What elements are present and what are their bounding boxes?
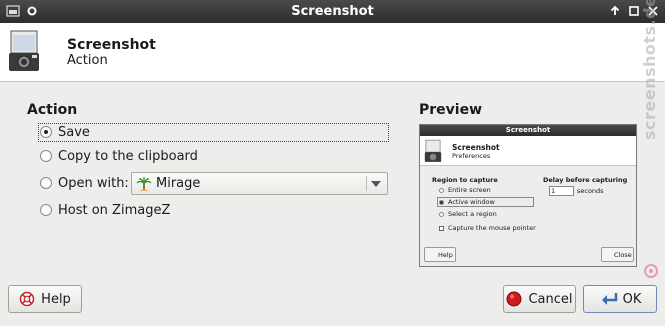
preview-header: Screenshot Preferences (420, 136, 636, 166)
preview-header-subtitle: Preferences (452, 152, 491, 160)
preview-help-label: Help (438, 251, 453, 259)
preview-radio (439, 212, 444, 217)
preview-header-title: Screenshot (452, 143, 500, 152)
preview-region-option: Select a region (448, 210, 497, 218)
camera-icon (9, 30, 39, 71)
maximize-icon[interactable] (608, 4, 622, 18)
help-button[interactable]: Help (8, 285, 82, 313)
lifebuoy-icon (19, 291, 35, 307)
ok-button-label: OK (622, 291, 642, 307)
preview-camera-icon (424, 139, 442, 162)
preview-delay-unit: seconds (577, 187, 604, 195)
ok-button[interactable]: OK (583, 285, 657, 313)
preview-checkbox (439, 226, 444, 231)
radio-indicator[interactable] (40, 204, 52, 216)
radio-save[interactable]: Save (40, 122, 90, 142)
preview-radio (439, 200, 444, 205)
radio-host-zimagez[interactable]: Host on ZimageZ (40, 200, 170, 220)
preview-region-option: Active window (448, 198, 495, 206)
header-title: Screenshot (67, 37, 156, 53)
radio-label-save: Save (58, 124, 90, 140)
preview-delay-title: Delay before capturing (543, 176, 628, 184)
preview-thumbnail: Screenshot Screenshot Preferences Region… (419, 124, 637, 267)
radio-label-open-with: Open with: (58, 175, 129, 191)
header-subtitle: Action (67, 53, 108, 68)
stop-icon (506, 291, 522, 307)
window-titlebar: Screenshot (0, 0, 665, 23)
dialog-header: Screenshot Action (0, 23, 665, 82)
preview-radio (439, 188, 444, 193)
open-with-dropdown[interactable]: Mirage (131, 172, 388, 195)
dropdown-selected-value: Mirage (156, 176, 201, 191)
cancel-button[interactable]: Cancel (503, 285, 576, 313)
dropdown-separator (366, 176, 367, 191)
radio-copy-clipboard[interactable]: Copy to the clipboard (40, 146, 198, 166)
chevron-down-icon[interactable] (371, 181, 381, 187)
enter-arrow-icon (601, 293, 617, 305)
debian-swirl-icon (644, 264, 658, 278)
radio-label-host: Host on ZimageZ (58, 202, 171, 218)
preview-titlebar: Screenshot (420, 125, 636, 136)
radio-open-with[interactable]: Open with: (40, 173, 129, 193)
mirage-app-icon (136, 176, 152, 191)
radio-label-copy: Copy to the clipboard (58, 148, 198, 164)
minimize-icon[interactable] (627, 4, 641, 18)
watermark-text: screenshots.debian.net (640, 0, 659, 140)
radio-indicator[interactable] (40, 150, 52, 162)
radio-indicator[interactable] (40, 177, 52, 189)
preview-region-title: Region to capture (432, 176, 498, 184)
cancel-button-label: Cancel (528, 291, 573, 307)
preview-close-label: Close (614, 251, 632, 259)
focus-indicator (38, 123, 389, 142)
preview-delay-value: 1 (551, 187, 556, 195)
preview-capture-pointer: Capture the mouse pointer (448, 224, 536, 232)
action-section-title: Action (27, 102, 78, 118)
window-title: Screenshot (291, 4, 374, 19)
help-button-label: Help (41, 291, 71, 307)
radio-indicator[interactable] (40, 126, 52, 138)
preview-section-title: Preview (419, 102, 483, 118)
preview-region-option: Entire screen (448, 186, 491, 194)
